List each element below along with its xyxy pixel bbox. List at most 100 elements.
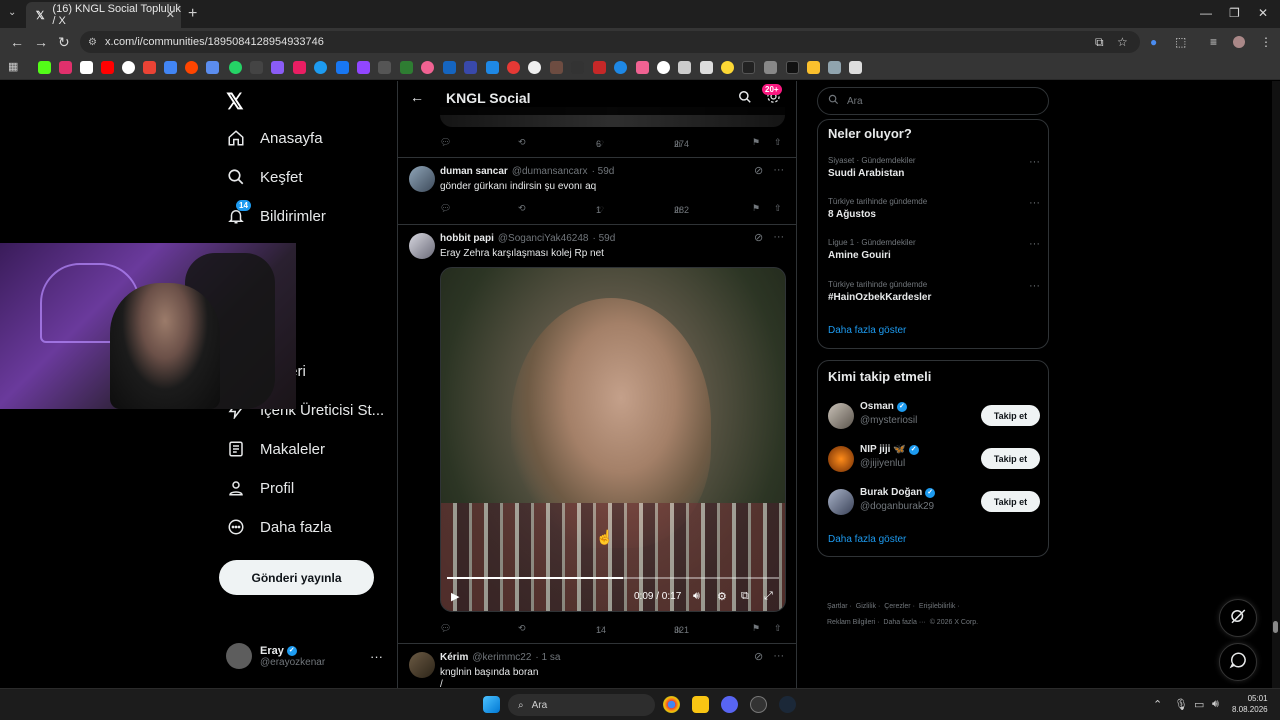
discord-icon[interactable]: [721, 696, 738, 713]
footer-link-ads-info[interactable]: Reklam Bilgileri ·: [827, 619, 880, 626]
maximize-icon[interactable]: ❐: [1229, 6, 1240, 20]
more-icon[interactable]: ···: [773, 650, 784, 663]
picture-in-picture-icon[interactable]: ⧉: [741, 590, 749, 603]
bookmark-icon[interactable]: [528, 61, 541, 74]
bookmark-icon[interactable]: [271, 61, 284, 74]
footer-link-terms[interactable]: Şartlar ·: [827, 603, 852, 610]
scrollbar-thumb[interactable]: [1273, 621, 1278, 633]
play-icon[interactable]: ▶: [451, 590, 459, 603]
sidebar-item-explore[interactable]: Keşfet: [226, 163, 303, 191]
install-app-icon[interactable]: ⧉: [1095, 35, 1104, 50]
bookmark-icon[interactable]: [593, 61, 606, 74]
post-author[interactable]: hobbit papi: [440, 233, 494, 244]
bookmark-icon[interactable]: [636, 61, 649, 74]
show-more-follows-link[interactable]: Daha fazla göster: [828, 534, 906, 545]
extensions-puzzle-icon[interactable]: ⬚: [1175, 35, 1186, 49]
follow-suggestion[interactable]: NIP jiji 🦋 ✓ @jijiyenlul Takip et: [828, 444, 1040, 474]
share-icon[interactable]: ⇧: [774, 623, 782, 634]
page-scrollbar[interactable]: [1272, 81, 1280, 688]
avatar[interactable]: [828, 489, 854, 515]
bookmark-icon[interactable]: ⚑: [752, 203, 760, 214]
fullscreen-icon[interactable]: ⤢: [764, 590, 773, 603]
display-icon[interactable]: ▭: [1194, 698, 1204, 711]
more-icon[interactable]: ···: [1029, 156, 1040, 168]
post-author[interactable]: duman sancar: [440, 166, 508, 177]
more-icon[interactable]: ···: [1029, 238, 1040, 250]
media-control-icon[interactable]: ≡: [1210, 35, 1217, 49]
tab-search-icon[interactable]: ⌄: [8, 7, 16, 18]
video-player[interactable]: ▶ 0:09 / 0:17 🔊︎ ⚙ ⧉ ⤢: [440, 267, 786, 612]
bookmark-icon[interactable]: [164, 61, 177, 74]
share-icon[interactable]: ⇧: [774, 203, 782, 214]
more-icon[interactable]: ···: [773, 231, 784, 244]
tray-chevron-icon[interactable]: ⌃: [1153, 698, 1162, 711]
bookmark-folder-icon[interactable]: [807, 61, 820, 74]
app-icon[interactable]: [750, 696, 767, 713]
repost-icon[interactable]: ⟲: [518, 137, 526, 148]
close-window-icon[interactable]: ✕: [1258, 6, 1268, 20]
footer-link-more[interactable]: Daha fazla ···: [883, 619, 925, 626]
steam-icon[interactable]: [779, 696, 796, 713]
bookmark-icon[interactable]: [657, 61, 670, 74]
search-icon[interactable]: [738, 90, 752, 109]
account-more-icon[interactable]: ···: [370, 649, 383, 664]
bookmark-instagram-icon[interactable]: [59, 61, 72, 74]
trend-item[interactable]: Türkiye tarihinde gündemde #HainOzbekKar…: [828, 280, 1040, 303]
bookmark-facebook-icon[interactable]: [336, 61, 349, 74]
bookmark-kick-icon[interactable]: [38, 61, 51, 74]
file-explorer-icon[interactable]: [692, 696, 709, 713]
reply-icon[interactable]: 💬︎: [440, 137, 451, 148]
bookmark-icon[interactable]: [421, 61, 434, 74]
browser-tab[interactable]: 𝕏 (16) KNGL Social Topluluk / X ✕: [26, 2, 181, 28]
footer-link-privacy[interactable]: Gizlilik ·: [856, 603, 881, 610]
bookmark-star-icon[interactable]: ☆: [1117, 35, 1128, 49]
messages-fab-button[interactable]: [1219, 643, 1257, 681]
bookmark-icon[interactable]: ⚑: [752, 137, 760, 148]
bookmark-icon[interactable]: [700, 61, 713, 74]
bookmark-icon[interactable]: [678, 61, 691, 74]
more-icon[interactable]: ···: [1029, 280, 1040, 292]
sidebar-item-articles[interactable]: Makaleler: [226, 435, 325, 463]
bookmark-gmail-icon[interactable]: [143, 61, 156, 74]
sidebar-item-notifications[interactable]: 14 Bildirimler: [226, 200, 326, 230]
taskbar-clock[interactable]: 05:01 8.08.2026: [1232, 693, 1268, 715]
browser-menu-icon[interactable]: ⋮: [1260, 35, 1272, 49]
bookmark-icon[interactable]: [486, 61, 499, 74]
volume-icon[interactable]: 🔊︎: [1212, 698, 1219, 711]
bookmark-icon[interactable]: [742, 61, 755, 74]
post[interactable]: hobbit papi @SoganciYak46248 · 59d ⊘ ··· …: [398, 225, 796, 643]
grok-icon[interactable]: ⊘: [754, 231, 763, 244]
bookmark-youtube-icon[interactable]: [101, 61, 114, 74]
post-author[interactable]: Kérim: [440, 652, 468, 663]
post-button[interactable]: Gönderi yayınla: [219, 560, 374, 595]
bookmark-google-icon[interactable]: [122, 61, 135, 74]
site-info-icon[interactable]: ⚙: [88, 37, 97, 48]
bookmark-icon[interactable]: [250, 61, 263, 74]
extension-icon[interactable]: ●: [1150, 35, 1157, 49]
footer-link-cookies[interactable]: Çerezler ·: [884, 603, 915, 610]
back-arrow-icon[interactable]: ←: [410, 89, 424, 105]
account-switcher[interactable]: Eray ✓ @erayozkenar: [226, 643, 325, 669]
bookmark-icon[interactable]: [314, 61, 327, 74]
sidebar-item-home[interactable]: Anasayfa: [226, 124, 323, 152]
x-logo-icon[interactable]: 𝕏: [226, 89, 244, 115]
profile-avatar-icon[interactable]: [1233, 36, 1245, 48]
post-time[interactable]: · 59d: [592, 233, 615, 244]
post-handle[interactable]: @dumansancarx: [512, 166, 588, 177]
taskbar-search[interactable]: ⌕ Ara: [508, 694, 655, 716]
bookmark-translate-icon[interactable]: [206, 61, 219, 74]
apps-grid-icon[interactable]: ▦: [8, 60, 21, 73]
post[interactable]: Kérim @kerimmc22 · 1 sa ⊘ ··· knglnin baş…: [398, 644, 796, 688]
bookmark-icon[interactable]: [443, 61, 456, 74]
bookmark-icon[interactable]: [378, 61, 391, 74]
repost-icon[interactable]: ⟲: [518, 623, 526, 634]
bookmark-icon[interactable]: [828, 61, 841, 74]
follow-button[interactable]: Takip et: [981, 448, 1040, 469]
bookmark-x-icon[interactable]: [80, 61, 93, 74]
post-handle[interactable]: @SoganciYak46248: [498, 233, 589, 244]
bookmark-icon[interactable]: [614, 61, 627, 74]
back-icon[interactable]: ←: [10, 34, 24, 50]
chrome-icon[interactable]: [663, 696, 680, 713]
bookmark-icon[interactable]: ⚑: [752, 623, 760, 634]
follow-button[interactable]: Takip et: [981, 405, 1040, 426]
